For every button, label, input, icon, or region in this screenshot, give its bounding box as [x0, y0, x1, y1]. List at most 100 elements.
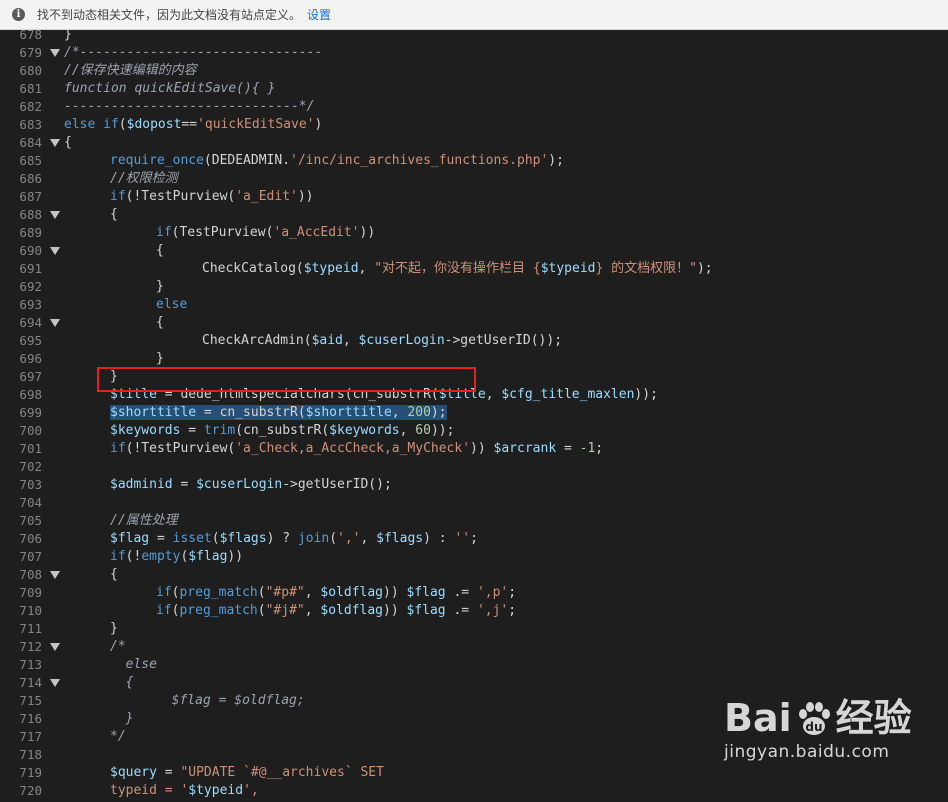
code-line[interactable]: 687 if(!TestPurview('a_Edit')) [0, 188, 948, 206]
code-line[interactable]: 688 { [0, 206, 948, 224]
code-token: "#p#" [265, 585, 305, 600]
code-token: function quickEditSave(){ } [64, 81, 276, 96]
line-number: 686 [19, 171, 42, 186]
code-line[interactable]: 678} [0, 30, 948, 44]
code-line[interactable]: 699 $shorttitle = cn_substrR($shorttitle,… [0, 404, 948, 422]
code-line[interactable]: 684 { [0, 134, 948, 152]
code-line[interactable]: 711} [0, 620, 948, 638]
line-number: 700 [19, 423, 42, 438]
code-token: else [156, 297, 188, 312]
code-text: /* [110, 638, 126, 656]
code-text: ------------------------------*/ [64, 98, 314, 116]
code-token: )) [297, 189, 314, 204]
code-line[interactable]: 710 if(preg_match("#j#", $oldflag)) $flag… [0, 602, 948, 620]
code-token: } [156, 279, 164, 294]
code-line[interactable]: 704 [0, 494, 948, 512]
code-line[interactable]: 703 $adminid = $cuserLogin->getUserID(); [0, 476, 948, 494]
code-line[interactable]: 713 else [0, 656, 948, 674]
line-number: 702 [19, 459, 42, 474]
code-line[interactable]: 681 function quickEditSave(){ } [0, 80, 948, 98]
code-line[interactable]: 702 [0, 458, 948, 476]
code-line[interactable]: 698 $title = dede_htmlspecialchars(cn_sub… [0, 386, 948, 404]
fold-arrow-icon[interactable] [50, 139, 60, 147]
code-editor[interactable]: 678} 679/*-------------------------------… [0, 30, 948, 802]
code-token: "对不起，你没有操作栏目 { [374, 261, 541, 276]
line-number: 685 [19, 153, 42, 168]
watermark-url: jingyan.baidu.com [724, 742, 890, 762]
code-line[interactable]: 707 if(!empty($flag)) [0, 548, 948, 566]
line-number: 681 [19, 81, 42, 96]
line-number: 720 [19, 783, 42, 798]
code-token: if [110, 189, 126, 204]
code-token: ; [470, 531, 478, 546]
code-token: if [110, 441, 126, 456]
code-line[interactable]: 690 { [0, 242, 948, 260]
code-line[interactable]: 685 require_once(DEDEADMIN.'/inc/inc_arch… [0, 152, 948, 170]
code-line[interactable]: 679 /*------------------------------- [0, 44, 948, 62]
fold-arrow-icon[interactable] [50, 247, 60, 255]
code-token: ',p' [476, 585, 509, 600]
code-token: } [64, 30, 72, 42]
code-line[interactable]: 720 typeid = '$typeid', [0, 782, 948, 800]
code-token: -1 [579, 441, 596, 456]
code-token: , [304, 585, 321, 600]
fold-arrow-icon[interactable] [50, 49, 60, 57]
code-token: /* [110, 639, 126, 654]
code-line[interactable]: 714 { [0, 674, 948, 692]
code-token: (!TestPurview( [125, 189, 236, 204]
line-number: 694 [19, 315, 42, 330]
line-number: 692 [19, 279, 42, 294]
code-token: } [110, 621, 118, 636]
code-token: join [297, 531, 330, 546]
code-token: isset [172, 531, 212, 546]
code-line[interactable]: 706 $flag = isset($flags) ? join(',', $fl… [0, 530, 948, 548]
code-line[interactable]: 683 else if($dopost=='quickEditSave') [0, 116, 948, 134]
fold-arrow-icon[interactable] [50, 571, 60, 579]
code-token: CheckArcAdmin( [202, 333, 312, 348]
line-number: 719 [19, 765, 42, 780]
code-token: ) : [423, 531, 455, 546]
code-line[interactable]: 691 CheckCatalog($typeid, "对不起，你没有操作栏目 {$… [0, 260, 948, 278]
code-token: $keywords [329, 423, 400, 438]
code-token: } 的文档权限！" [595, 261, 697, 276]
code-line[interactable]: 692} [0, 278, 948, 296]
code-text: if(!TestPurview('a_Check,a_AccCheck,a_My… [110, 440, 603, 458]
line-number: 678 [19, 30, 42, 42]
code-line[interactable]: 693 else [0, 296, 948, 314]
code-token: .= [445, 585, 477, 600]
code-token: (! [125, 549, 142, 564]
code-line[interactable]: 712 /* [0, 638, 948, 656]
code-token: $typeid [303, 261, 359, 276]
code-token: )) [383, 585, 407, 600]
line-number: 707 [19, 549, 42, 564]
code-line[interactable]: 686 //权限检测 [0, 170, 948, 188]
code-token: $flags [376, 531, 424, 546]
code-line[interactable]: 695 CheckArcAdmin($aid, $cuserLogin->getU… [0, 332, 948, 350]
code-line[interactable]: 705 //属性处理 [0, 512, 948, 530]
code-line[interactable]: 697} [0, 368, 948, 386]
code-line[interactable]: 689 if(TestPurview('a_AccEdit')) [0, 224, 948, 242]
code-line[interactable]: 709 if(preg_match("#p#", $oldflag)) $flag… [0, 584, 948, 602]
code-line[interactable]: 680 //保存快速编辑的内容 [0, 62, 948, 80]
code-text: else [110, 656, 157, 674]
line-number: 715 [19, 693, 42, 708]
fold-arrow-icon[interactable] [50, 679, 60, 687]
code-line[interactable]: 694 { [0, 314, 948, 332]
code-line[interactable]: 700 $keywords = trim(cn_substrR($keywords… [0, 422, 948, 440]
code-token: $shorttitle [305, 405, 392, 420]
fold-arrow-icon[interactable] [50, 211, 60, 219]
code-token: (cn_substrR( [235, 423, 330, 438]
code-token: } [110, 711, 134, 726]
code-line[interactable]: 696} [0, 350, 948, 368]
line-number: 703 [19, 477, 42, 492]
code-token: )) [383, 603, 407, 618]
code-line[interactable]: 708 { [0, 566, 948, 584]
code-line[interactable]: 682 ------------------------------*/ [0, 98, 948, 116]
fold-arrow-icon[interactable] [50, 643, 60, 651]
code-token: { [110, 567, 118, 582]
code-line[interactable]: 701 if(!TestPurview('a_Check,a_AccCheck,a… [0, 440, 948, 458]
code-token: .= [445, 603, 477, 618]
settings-link[interactable]: 设置 [307, 6, 331, 23]
fold-arrow-icon[interactable] [50, 319, 60, 327]
code-token: ); [696, 261, 713, 276]
